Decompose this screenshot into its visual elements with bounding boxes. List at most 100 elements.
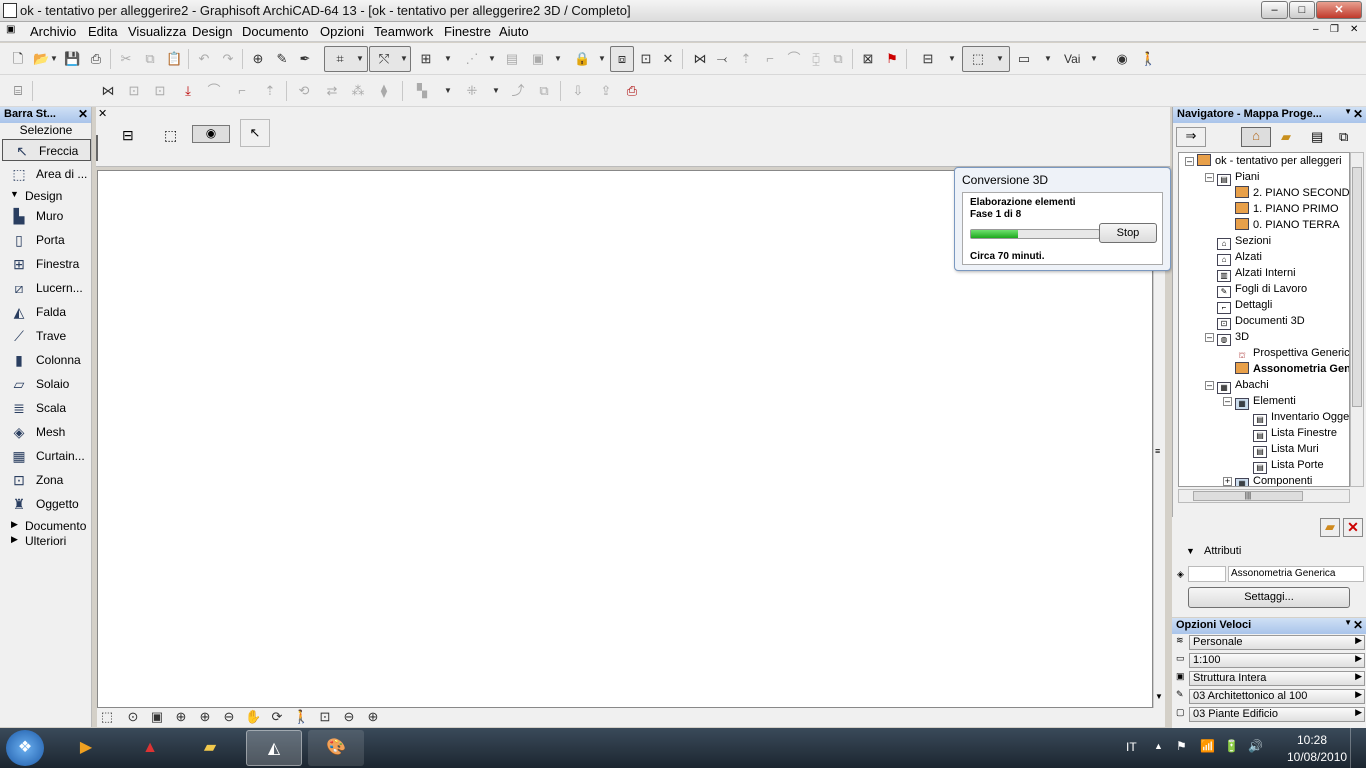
project-map-icon[interactable]: ⌂ <box>1241 127 1271 147</box>
explorer-folder-icon[interactable]: ▰ <box>182 730 238 766</box>
curve-icon[interactable]: ⌒ <box>206 83 222 99</box>
quick-option-model-view[interactable]: ▢ 03 Piante Edificio ▶ <box>1172 707 1366 723</box>
tree-node-piani[interactable]: ▤ Piani <box>1217 169 1259 186</box>
navigator-close-icon[interactable]: ✕ <box>1353 107 1363 121</box>
tree-node-floor-1[interactable]: 1. PIANO PRIMO <box>1235 201 1339 217</box>
tree-vertical-scrollbar[interactable] <box>1350 152 1364 487</box>
solid-ops-icon[interactable]: ⊠ <box>860 51 876 67</box>
ulteriori-section-toggle[interactable]: ▶ Ulteriori <box>0 534 92 550</box>
tree-node-floor-0[interactable]: 0. PIANO TERRA <box>1235 217 1340 233</box>
3d-projection-icon[interactable]: ⬚ <box>99 709 115 725</box>
extend-icon[interactable]: ⇡ <box>738 51 754 67</box>
media-player-icon[interactable]: ▶ <box>58 730 114 766</box>
design-section-toggle[interactable]: ▼ Design <box>0 189 92 205</box>
tree-node-root[interactable]: ok - tentativo per alleggeri <box>1197 153 1342 169</box>
stretch-icon[interactable]: ⊡ <box>126 83 142 99</box>
layout-book-icon[interactable]: ▤ <box>1311 129 1323 145</box>
layout-icon[interactable]: ▭ <box>1016 51 1032 67</box>
display-icon[interactable]: ▣ <box>149 709 165 725</box>
tree-node-floor-2[interactable]: 2. PIANO SECONDO <box>1235 185 1349 201</box>
language-indicator[interactable]: IT <box>1126 740 1137 754</box>
lock-dropdown-icon[interactable]: ▼ <box>598 51 607 67</box>
toolbox-close-icon[interactable]: ✕ <box>78 107 88 121</box>
tool-freccia[interactable]: ↖ Freccia <box>2 139 91 161</box>
tool-lucernario[interactable]: ⧄ Lucern... <box>0 277 92 299</box>
archicad-taskbar-icon[interactable]: ◭ <box>246 730 302 766</box>
marquee-3d-icon[interactable]: ⚑ <box>884 51 900 67</box>
snap-guides-dropdown-icon[interactable]: ▼ <box>356 51 365 67</box>
clock-date[interactable]: 10/08/2010 <box>1287 750 1347 764</box>
gravity-dropdown-icon[interactable]: ▼ <box>400 51 409 67</box>
tool-trave[interactable]: ⟋ Trave <box>0 325 92 347</box>
cancel-x-icon[interactable]: ✕ <box>660 51 676 67</box>
archicad-app-icon[interactable] <box>3 3 17 18</box>
3d-view-dropdown-icon[interactable]: ▼ <box>996 51 1005 67</box>
menu-design[interactable]: Design <box>192 24 232 39</box>
multiply-icon[interactable]: ⁂ <box>350 83 366 99</box>
volume-icon[interactable]: 🔊 <box>1248 739 1263 753</box>
tool-area-di-selezione[interactable]: ⬚ Area di ... <box>0 163 92 185</box>
document-menu-icon[interactable]: ▣ <box>6 24 15 35</box>
offset-icon[interactable]: ⧉ <box>830 51 846 67</box>
move-icon[interactable]: ⤴ <box>510 83 526 99</box>
export-icon[interactable]: ⇪ <box>598 83 614 99</box>
zoom-in-icon[interactable]: ⊕ <box>197 709 213 725</box>
duplicate-icon[interactable]: ⧉ <box>536 83 552 99</box>
tool-muro[interactable]: ▙ Muro <box>0 205 92 227</box>
help-globe-icon[interactable]: ◉ <box>1114 51 1130 67</box>
tree-node-lista-finestre[interactable]: ▤ Lista Finestre <box>1253 425 1337 442</box>
zoom-plus-icon[interactable]: ⊕ <box>173 709 189 725</box>
bring-forward-icon[interactable]: ▚ <box>414 83 430 99</box>
menu-finestre[interactable]: Finestre <box>444 24 491 39</box>
h-scroll-thumb[interactable]: ||| <box>1193 491 1303 501</box>
navigator-menu-icon[interactable]: ▼ <box>1344 107 1352 116</box>
start-button-icon[interactable]: ❖ <box>6 730 44 766</box>
split-icon[interactable]: ⋈ <box>692 51 708 67</box>
new-file-icon[interactable]: 🗋 <box>10 51 26 67</box>
collapse-toggle-icon[interactable]: – <box>1205 381 1214 390</box>
quick-option-layer-combo[interactable]: ≋ Personale ▶ <box>1172 635 1366 651</box>
tree-node-fogli[interactable]: ✎ Fogli di Lavoro <box>1217 281 1307 298</box>
quick-option-pen-set[interactable]: ✎ 03 Architettonico al 100 ▶ <box>1172 689 1366 705</box>
menu-aiuto[interactable]: Aiuto <box>499 24 529 39</box>
mirror-icon[interactable]: ⇄ <box>324 83 340 99</box>
align-icon[interactable]: ⋰ <box>464 51 480 67</box>
tree-node-inventario[interactable]: ▤ Inventario Oggetti <box>1253 409 1349 426</box>
tree-node-documenti-3d[interactable]: ⊡ Documenti 3D <box>1217 313 1305 330</box>
lock-icon[interactable]: 🔒 <box>574 51 590 67</box>
flag-icon[interactable]: ⚑ <box>1176 739 1187 753</box>
quick-option-scale[interactable]: ▭ 1:100 ▶ <box>1172 653 1366 669</box>
trim-roof-icon[interactable]: ⧮ <box>808 51 824 67</box>
group-icon[interactable]: ▣ <box>530 51 546 67</box>
layout-dropdown-icon[interactable]: ▼ <box>1044 51 1053 67</box>
show-hidden-icons-icon[interactable]: ▲ <box>1154 741 1163 751</box>
open-file-icon[interactable]: 📂 <box>33 51 49 67</box>
tool-solaio[interactable]: ▱ Solaio <box>0 373 92 395</box>
structure-icon[interactable]: ⌸ <box>10 83 26 99</box>
minimize-button[interactable]: – <box>1261 1 1288 19</box>
walk-icon[interactable]: 🚶 <box>1140 51 1156 67</box>
tool-finestra[interactable]: ⊞ Finestra <box>0 253 92 275</box>
orbit-icon[interactable]: ⟳ <box>269 709 285 725</box>
network-icon[interactable]: 📶 <box>1200 739 1215 753</box>
collapse-toggle-icon[interactable]: – <box>1205 333 1214 342</box>
tree-node-dettagli[interactable]: ⌐ Dettagli <box>1217 297 1272 314</box>
delete-icon[interactable]: ✕ <box>1343 518 1363 537</box>
3d-mode-button[interactable]: ◉ <box>192 125 230 143</box>
tool-scala[interactable]: ≣ Scala <box>0 397 92 419</box>
menu-edita[interactable]: Edita <box>88 24 118 39</box>
selection-method-icon[interactable]: ⊟ <box>122 127 134 144</box>
tree-node-alzati[interactable]: ⌂ Alzati <box>1217 249 1262 266</box>
copy-icon[interactable]: ⧉ <box>142 51 158 67</box>
doc-close-icon[interactable]: ✕ <box>1350 24 1358 35</box>
new-folder-icon[interactable]: ▰ <box>1320 518 1340 537</box>
rotate-icon[interactable]: ⟲ <box>296 83 312 99</box>
walk-icon[interactable]: 🚶 <box>293 709 309 725</box>
stop-button[interactable]: Stop <box>1099 223 1157 243</box>
fillet-icon[interactable]: ⌒ <box>786 51 802 67</box>
clock-time[interactable]: 10:28 <box>1297 733 1327 747</box>
tool-colonna[interactable]: ▮ Colonna <box>0 349 92 371</box>
explode-icon[interactable]: ⁜ <box>464 83 480 99</box>
eyedropper-icon[interactable]: ✎ <box>274 51 290 67</box>
snap-guides-icon[interactable]: ⌗ <box>332 51 348 67</box>
